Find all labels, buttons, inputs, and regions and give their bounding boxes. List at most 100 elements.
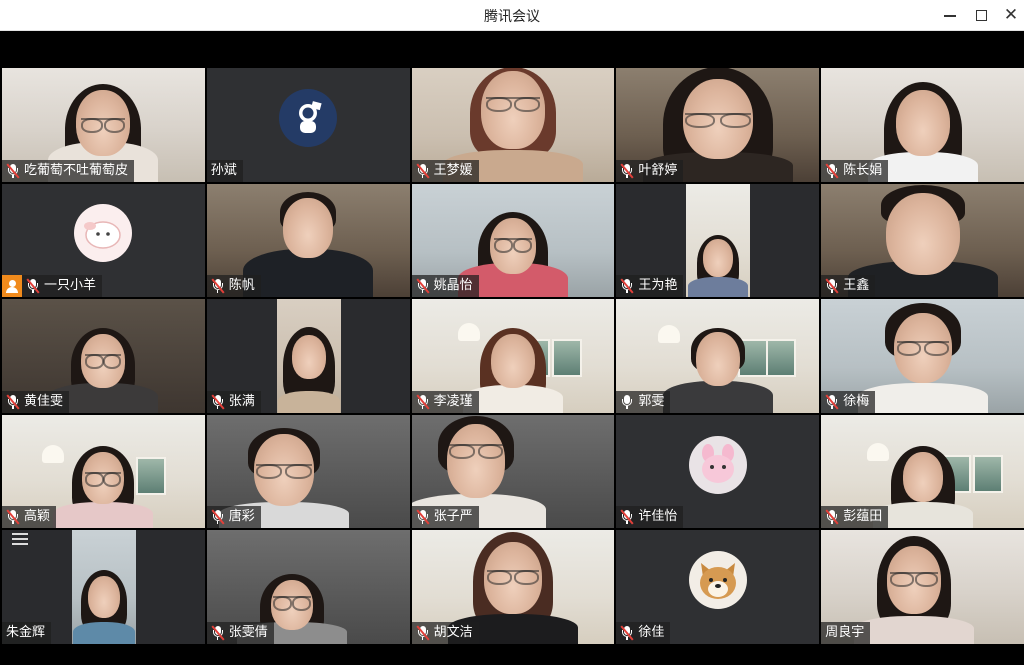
top-toolbar-area <box>0 31 1024 68</box>
participant-label: 王梦媛 <box>411 159 479 182</box>
participant-tile[interactable]: 胡文洁 <box>411 530 615 644</box>
participant-name: 张满 <box>228 393 255 409</box>
participant-label: 彭蕴田 <box>821 506 889 529</box>
participant-name: 胡文洁 <box>433 624 473 640</box>
minimize-button[interactable] <box>937 4 963 26</box>
mic-muted-icon <box>416 163 430 179</box>
mic-muted-icon <box>211 625 225 641</box>
participant-name: 周良宇 <box>825 624 865 640</box>
participant-tile[interactable]: 张满 <box>206 299 410 413</box>
participant-name: 徐佳 <box>638 624 665 640</box>
participant-tile[interactable]: 彭蕴田 <box>821 414 1024 529</box>
mic-muted-icon <box>211 394 225 410</box>
title-bar: 腾讯会议 ✕ <box>0 0 1024 31</box>
participant-name: 孙斌 <box>210 162 237 178</box>
participant-tile[interactable]: 徐佳 <box>616 530 820 644</box>
participant-label: 朱金辉 <box>2 621 52 644</box>
mic-muted-icon <box>211 509 225 525</box>
participant-tile[interactable]: 高颖 <box>2 414 205 529</box>
participant-tile[interactable]: 徐梅 <box>821 299 1024 413</box>
participant-tile[interactable]: 陈帆 <box>206 183 410 298</box>
participant-name: 张子严 <box>433 509 473 525</box>
participant-label: 李凌瑾 <box>411 390 479 413</box>
participant-tile[interactable]: 张子严 <box>411 414 615 529</box>
participant-label: 叶舒婷 <box>616 159 684 182</box>
mic-muted-icon <box>620 509 634 525</box>
participant-label: 徐佳 <box>616 621 671 644</box>
mic-muted-icon <box>416 509 430 525</box>
participant-label: 高颖 <box>2 506 57 529</box>
close-icon: ✕ <box>1003 5 1019 25</box>
participant-label: 唐彩 <box>206 506 261 529</box>
participant-label: 张子严 <box>411 506 479 529</box>
participant-name: 黄佳雯 <box>24 393 64 409</box>
video-gallery: 吃葡萄不吐葡萄皮 孙斌 王梦媛 叶舒婷 陈长娟 一只小羊 陈帆 姚晶怡 王为艳 … <box>2 68 1024 644</box>
participant-label: 徐梅 <box>821 390 876 413</box>
participant-tile[interactable]: 朱金辉 <box>2 530 205 644</box>
participant-tile[interactable]: 郭雯 <box>616 299 820 413</box>
mic-icon <box>620 394 634 410</box>
participant-label: 陈长娟 <box>821 159 889 182</box>
participant-name: 王为艳 <box>638 278 678 294</box>
participant-label: 许佳怡 <box>616 506 684 529</box>
participant-tile[interactable]: 吃葡萄不吐葡萄皮 <box>2 68 205 182</box>
participant-tile[interactable]: 李凌瑾 <box>411 299 615 413</box>
participant-tile[interactable]: 陈长娟 <box>821 68 1024 182</box>
participant-label: 王为艳 <box>616 275 684 298</box>
participant-tile[interactable]: 周良宇 <box>821 530 1024 644</box>
participant-tile[interactable]: 一只小羊 <box>2 183 205 298</box>
participant-tile[interactable]: 王梦媛 <box>411 68 615 182</box>
mic-muted-icon <box>825 509 839 525</box>
participant-tile[interactable]: 姚晶怡 <box>411 183 615 298</box>
participant-name: 郭雯 <box>638 393 665 409</box>
participant-name: 朱金辉 <box>6 624 46 640</box>
participant-name: 李凌瑾 <box>433 393 473 409</box>
mic-muted-icon <box>211 278 225 294</box>
participant-label: 孙斌 <box>206 159 243 182</box>
mic-muted-icon <box>6 163 20 179</box>
participant-label: 陈帆 <box>206 275 261 298</box>
mic-muted-icon <box>620 163 634 179</box>
close-button[interactable]: ✕ <box>998 4 1024 26</box>
participant-label: 郭雯 <box>616 390 671 413</box>
participant-label: 姚晶怡 <box>411 275 479 298</box>
participant-label: 胡文洁 <box>411 621 479 644</box>
minimize-icon <box>944 15 956 17</box>
participant-label: 张满 <box>206 390 261 413</box>
mic-muted-icon <box>416 394 430 410</box>
participant-name: 唐彩 <box>228 509 255 525</box>
sheep-avatar <box>74 204 133 263</box>
menu-icon[interactable] <box>12 533 28 545</box>
participant-tile[interactable]: 叶舒婷 <box>616 68 820 182</box>
participant-label: 周良宇 <box>821 621 871 644</box>
host-icon <box>2 275 22 298</box>
participant-tile[interactable]: 黄佳雯 <box>2 299 205 413</box>
participant-tile[interactable]: 许佳怡 <box>616 414 820 529</box>
participant-name: 张雯倩 <box>228 624 268 640</box>
participant-name: 彭蕴田 <box>843 509 883 525</box>
mic-muted-icon <box>825 278 839 294</box>
participant-name: 叶舒婷 <box>638 162 678 178</box>
maximize-button[interactable] <box>968 4 994 26</box>
window-title: 腾讯会议 <box>484 9 540 25</box>
participant-tile[interactable]: 王鑫 <box>821 183 1024 298</box>
participant-name: 徐梅 <box>843 393 870 409</box>
astronaut-avatar <box>279 88 338 147</box>
participant-tile[interactable]: 张雯倩 <box>206 530 410 644</box>
maximize-icon <box>975 9 987 21</box>
mic-muted-icon <box>825 394 839 410</box>
mic-muted-icon <box>825 163 839 179</box>
mic-muted-icon <box>416 625 430 641</box>
participant-label: 黄佳雯 <box>2 390 70 413</box>
mic-muted-icon <box>26 278 40 294</box>
mic-muted-icon <box>620 625 634 641</box>
pink-toy-avatar <box>688 435 747 494</box>
participant-tile[interactable]: 唐彩 <box>206 414 410 529</box>
participant-name: 王梦媛 <box>433 162 473 178</box>
participant-name: 陈帆 <box>228 278 255 294</box>
participant-name: 一只小羊 <box>44 278 97 294</box>
participant-name: 王鑫 <box>843 278 870 294</box>
participant-tile[interactable]: 王为艳 <box>616 183 820 298</box>
participant-tile[interactable]: 孙斌 <box>206 68 410 182</box>
shiba-dog-avatar <box>688 551 747 610</box>
